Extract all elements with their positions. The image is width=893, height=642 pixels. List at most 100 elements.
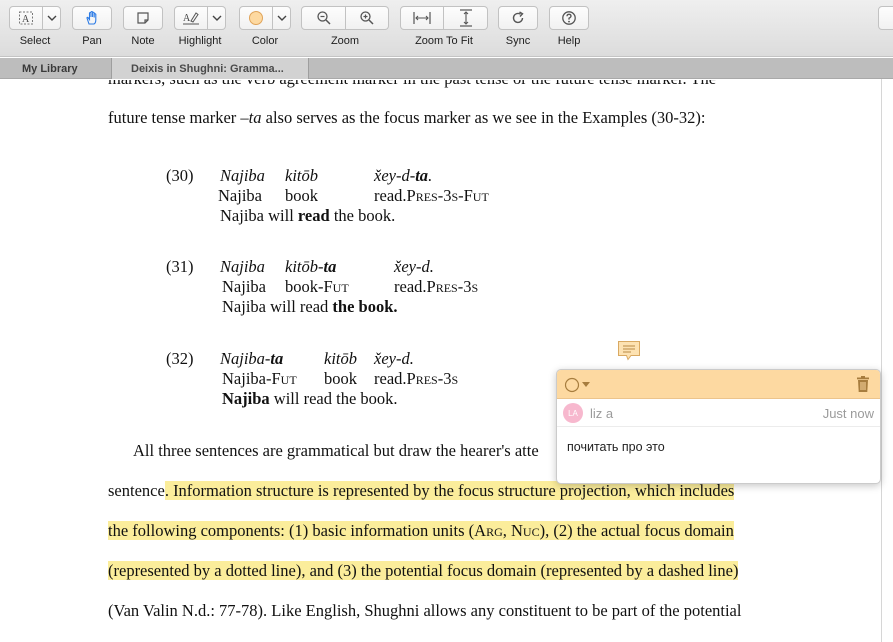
- gloss-word: book: [285, 186, 318, 205]
- chevron-down-icon: [47, 15, 56, 21]
- select-tool[interactable]: A Select: [9, 6, 61, 47]
- tab-my-library[interactable]: My Library: [0, 58, 112, 79]
- highlight-label: Highlight: [178, 35, 222, 47]
- color-tool[interactable]: Color: [239, 6, 291, 47]
- gloss-word: read.Pres-3s-Fut: [374, 186, 489, 205]
- sync-button[interactable]: [498, 6, 538, 30]
- highlight-dropdown[interactable]: [208, 6, 226, 30]
- svg-text:A: A: [183, 13, 191, 24]
- text-line: future tense marker –ta also serves as t…: [108, 108, 706, 127]
- help-icon: [562, 11, 576, 25]
- example-number: (30): [166, 166, 194, 185]
- translation: Najiba will read the book.: [222, 297, 398, 316]
- example-word: kitōb: [285, 166, 318, 185]
- example-word: x̌ey-d.: [394, 257, 434, 276]
- example-word: x̌ey-d-ta.: [374, 166, 433, 185]
- example-number: (31): [166, 257, 194, 276]
- zoom-to-fit-label: Zoom To Fit: [415, 35, 473, 47]
- pan-label: Pan: [82, 35, 102, 47]
- text-line: (represented by a dotted line), and (3) …: [108, 561, 739, 581]
- example-number: (32): [166, 349, 194, 368]
- annotation-author-row: LA liz a Just now: [557, 399, 880, 427]
- fit-height-icon: [459, 9, 472, 27]
- select-dropdown[interactable]: [43, 6, 61, 30]
- help-label: Help: [557, 35, 581, 47]
- zoom-out-icon: [316, 11, 331, 25]
- zoom-in-icon: [360, 11, 374, 25]
- fit-width-button[interactable]: [400, 6, 444, 30]
- example-word: Najiba-ta: [220, 349, 284, 368]
- gloss-word: book-Fut: [285, 277, 349, 296]
- text-select-icon: A: [19, 11, 33, 25]
- overflow-button[interactable]: [878, 6, 893, 30]
- sync-icon: [512, 11, 524, 24]
- example-word: kitōb-ta: [285, 257, 337, 276]
- gloss-word: read.Pres-3s: [394, 277, 479, 296]
- gloss-word: Najiba-Fut: [222, 369, 297, 388]
- pan-tool[interactable]: Pan: [72, 6, 112, 47]
- help-tool[interactable]: Help: [549, 6, 589, 47]
- zoom-label: Zoom: [330, 35, 360, 47]
- help-button[interactable]: [549, 6, 589, 30]
- zoom-tool[interactable]: Zoom: [301, 6, 389, 47]
- sync-label: Sync: [505, 35, 531, 47]
- toolbar: A Select Pan Note A Highlight Color Zoom…: [0, 0, 893, 57]
- gloss-word: Najiba: [218, 186, 262, 205]
- highlight-tool[interactable]: A Highlight: [174, 6, 226, 47]
- example-word: Najiba: [220, 166, 265, 185]
- note-marker-icon[interactable]: [617, 340, 641, 362]
- color-label: Color: [251, 35, 279, 47]
- example-word: Najiba: [220, 257, 265, 276]
- chevron-down-icon: [277, 15, 286, 21]
- annotation-author: liz a: [590, 406, 614, 421]
- fit-height-button[interactable]: [444, 6, 488, 30]
- gloss-word: Najiba: [222, 277, 266, 296]
- sync-tool[interactable]: Sync: [498, 6, 538, 47]
- translation: Najiba will read the book.: [222, 389, 398, 408]
- annotation-header: [557, 370, 880, 399]
- caret-down-icon: [582, 382, 590, 387]
- example-word: x̌ey-d.: [374, 349, 414, 368]
- highlight-button[interactable]: A: [174, 6, 208, 30]
- fit-width-icon: [413, 12, 431, 24]
- example-word: kitōb: [324, 349, 357, 368]
- text-line: the following components: (1) basic info…: [108, 521, 734, 541]
- trash-icon[interactable]: [856, 376, 870, 393]
- text-line: All three sentences are grammatical but …: [133, 441, 539, 460]
- annotation-comment[interactable]: почитать про это: [567, 440, 665, 454]
- zoom-out-button[interactable]: [301, 6, 346, 30]
- text-line: markers, such as the verb agreement mark…: [108, 80, 716, 89]
- highlighter-icon: A: [183, 12, 199, 25]
- note-tool[interactable]: Note: [123, 6, 163, 47]
- text-line: (Van Valin N.d.: 77-78). Like English, S…: [108, 601, 742, 620]
- svg-text:A: A: [22, 14, 30, 25]
- pan-button[interactable]: [72, 6, 112, 30]
- note-label: Note: [131, 35, 155, 47]
- hand-icon: [86, 10, 97, 25]
- tab-bar: My Library Deixis in Shughni: Gramma...: [0, 58, 893, 79]
- color-swatch-icon: [249, 11, 263, 25]
- highlight-annotation[interactable]: the following components: (1) basic info…: [108, 521, 734, 540]
- color-dropdown[interactable]: [273, 6, 291, 30]
- translation: Najiba will read the book.: [220, 206, 396, 225]
- pdf-page[interactable]: markers, such as the verb agreement mark…: [0, 80, 880, 642]
- chevron-down-icon: [212, 15, 221, 21]
- annotation-timestamp: Just now: [822, 406, 874, 421]
- avatar: LA: [563, 403, 583, 423]
- note-icon: [137, 12, 149, 24]
- highlight-annotation[interactable]: (represented by a dotted line), and (3) …: [108, 561, 739, 580]
- zoom-in-button[interactable]: [346, 6, 389, 30]
- gloss-word: read.Pres-3s: [374, 369, 459, 388]
- annotation-popup: LA liz a Just now почитать про это: [556, 369, 881, 484]
- text-line: sentence. Information structure is repre…: [108, 481, 735, 500]
- pane-divider: [881, 79, 882, 642]
- gloss-word: book: [324, 369, 357, 388]
- tab-document[interactable]: Deixis in Shughni: Gramma...: [112, 58, 309, 79]
- select-label: Select: [19, 35, 51, 47]
- color-circle-icon: [564, 377, 580, 393]
- select-button[interactable]: A: [9, 6, 43, 30]
- note-button[interactable]: [123, 6, 163, 30]
- color-button[interactable]: [239, 6, 273, 30]
- annotation-color-picker[interactable]: [564, 377, 590, 393]
- zoom-to-fit-tool[interactable]: Zoom To Fit: [400, 6, 488, 47]
